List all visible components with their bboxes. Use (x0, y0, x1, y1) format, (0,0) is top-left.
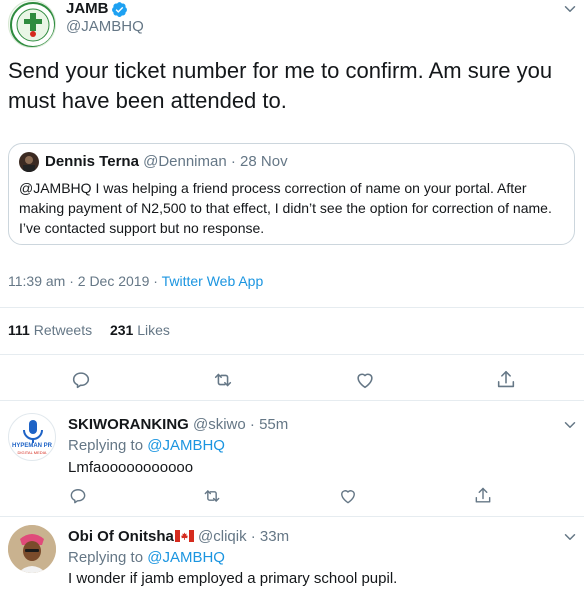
replying-to-label: Replying to (68, 437, 148, 454)
reply-text: Lmfaooooooooooo (68, 459, 194, 476)
reply-time[interactable]: · 33m (251, 528, 289, 545)
quoted-author-handle: @Denniman (143, 153, 227, 170)
reply-author-handle[interactable]: @skiwo (193, 416, 246, 433)
divider (0, 400, 584, 401)
author-name[interactable]: JAMB (66, 0, 109, 17)
reply-time[interactable]: · 55m (250, 416, 288, 433)
quoted-tweet-card[interactable]: Dennis Terna @Denniman · 28 Nov @JAMBHQ … (8, 143, 575, 245)
avatar-text: HYPEMAN PR (11, 443, 52, 449)
jamb-avatar[interactable] (8, 0, 56, 48)
divider (0, 516, 584, 517)
quoted-date: 28 Nov (240, 153, 288, 170)
retweets-count[interactable]: 111 (8, 322, 30, 338)
reply-avatar[interactable] (8, 525, 56, 573)
like-icon[interactable] (338, 486, 358, 506)
replying-to-link[interactable]: @JAMBHQ (147, 437, 225, 454)
share-icon[interactable] (473, 486, 493, 506)
avatar-subtext: DIGITAL MEDIA (17, 450, 47, 455)
author-handle[interactable]: @JAMBHQ (66, 18, 144, 35)
chevron-down-icon[interactable] (561, 0, 579, 18)
reply-author-name[interactable]: SKIWORANKING (68, 416, 189, 433)
jamb-logo-icon (10, 2, 55, 47)
replying-to-link[interactable]: @JAMBHQ (147, 549, 225, 566)
quoted-author-avatar (19, 152, 39, 172)
retweet-icon[interactable] (212, 369, 234, 391)
canada-flag-icon (174, 529, 194, 542)
quoted-author-name: Dennis Terna (45, 153, 139, 170)
verified-badge-icon (111, 1, 128, 18)
likes-label[interactable]: Likes (137, 322, 170, 338)
tweet-source[interactable]: Twitter Web App (162, 273, 264, 289)
tweet-text: Send your ticket number for me to confir… (8, 58, 553, 113)
chevron-down-icon[interactable] (561, 528, 579, 546)
reply-icon[interactable] (68, 486, 88, 506)
share-icon[interactable] (495, 369, 517, 391)
chevron-down-icon[interactable] (561, 416, 579, 434)
reply-author-handle[interactable]: @cliqik (198, 528, 247, 545)
divider (0, 354, 584, 355)
retweets-label[interactable]: Retweets (34, 322, 92, 338)
divider (0, 307, 584, 308)
reply-author-name[interactable]: Obi Of Onitsha (68, 528, 174, 545)
quoted-text: @JAMBHQ I was helping a friend process c… (19, 180, 552, 236)
tweet-timestamp[interactable]: 11:39 am · 2 Dec 2019 · (8, 273, 162, 289)
retweet-icon[interactable] (202, 486, 222, 506)
quoted-separator: · (230, 153, 236, 170)
reply-text: I wonder if jamb employed a primary scho… (68, 570, 398, 587)
likes-count[interactable]: 231 (110, 322, 133, 338)
like-icon[interactable] (354, 369, 376, 391)
reply-icon[interactable] (70, 369, 92, 391)
replying-to-label: Replying to (68, 549, 148, 566)
reply-avatar[interactable]: HYPEMAN PR DIGITAL MEDIA (8, 413, 56, 461)
